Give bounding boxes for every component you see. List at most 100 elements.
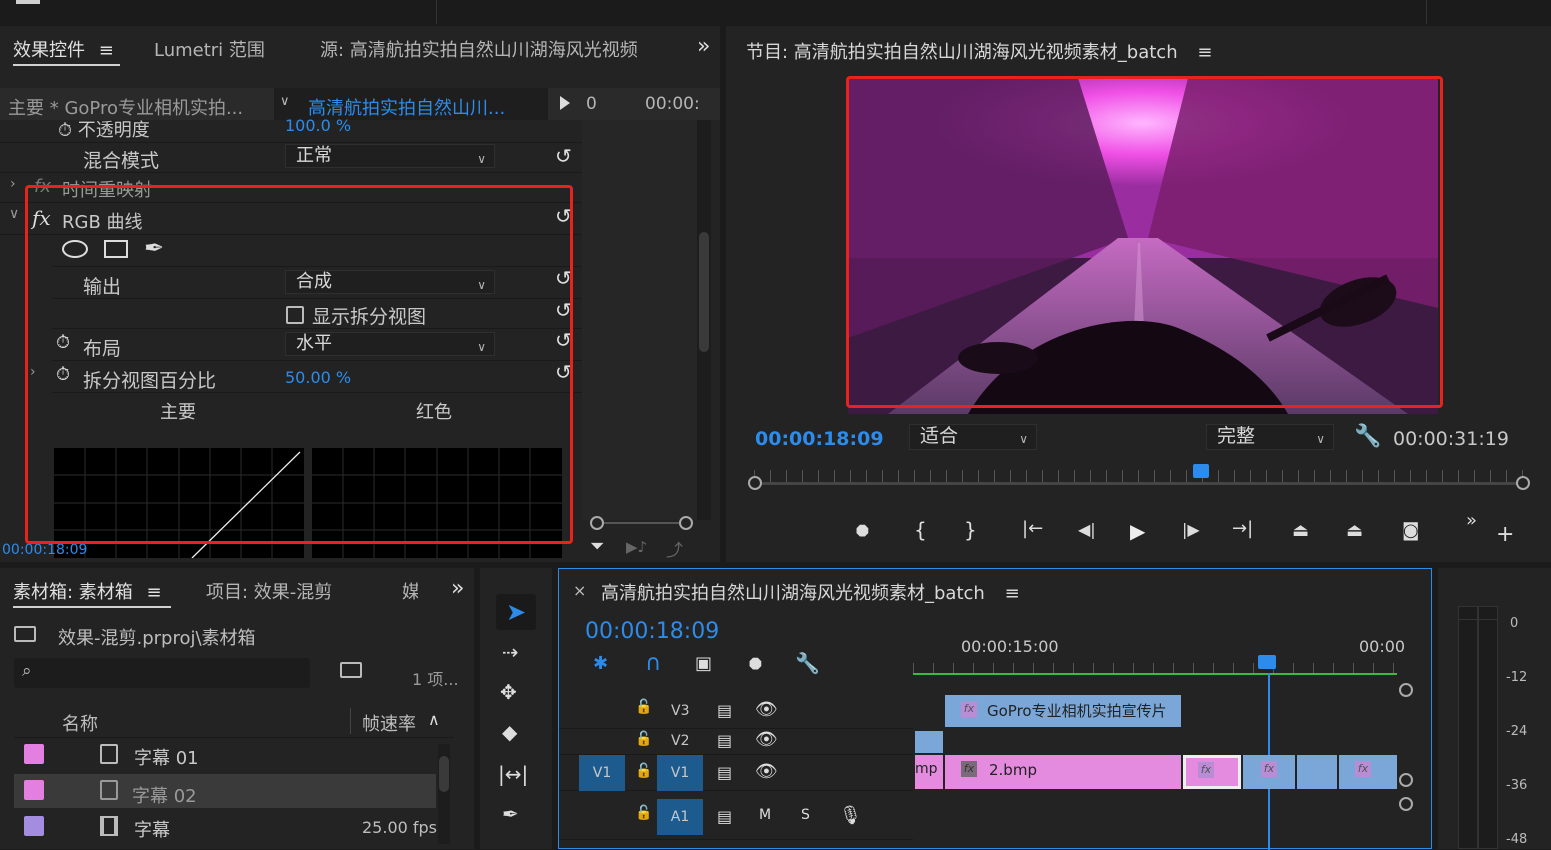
eye-icon[interactable]: 👁	[755, 729, 778, 750]
tab-bin[interactable]: 素材箱: 素材箱 ≡	[13, 578, 162, 604]
label-color-swatch[interactable]	[24, 780, 44, 800]
add-marker-icon[interactable]: ⯃	[856, 522, 869, 542]
slip-tool-icon[interactable]: |↔|	[498, 762, 528, 786]
tab-source[interactable]: 源: 高清航拍实拍自然山川湖海风光视频	[320, 36, 662, 62]
program-current-time[interactable]: 00:00:18:09	[755, 428, 884, 450]
panel-menu-icon[interactable]: ≡	[1197, 42, 1212, 63]
extract-icon[interactable]: ⏏	[1346, 520, 1363, 541]
reset-icon[interactable]: ↺	[555, 144, 572, 168]
track-select-tool-icon[interactable]: ⇢	[502, 640, 519, 664]
sync-lock-icon[interactable]: ▤	[717, 807, 732, 826]
wrench-icon[interactable]: 🔧	[795, 651, 820, 675]
camera-icon[interactable]: ◙	[1402, 520, 1419, 541]
tab-project[interactable]: 项目: 效果-混剪	[206, 578, 332, 604]
v1-clip[interactable]	[1297, 755, 1337, 789]
zoom-handle-right[interactable]	[679, 516, 693, 530]
v3-clip[interactable]: fx GoPro专业相机实拍宣传片	[945, 695, 1181, 727]
play-icon[interactable]: ▶	[1130, 519, 1145, 543]
zoom-handle-left[interactable]	[590, 516, 604, 530]
panel-menu-icon[interactable]: ≡	[99, 40, 114, 61]
tab-lumetri-scopes[interactable]: Lumetri 范围	[154, 36, 265, 62]
mark-out-icon[interactable]: }	[964, 518, 977, 542]
linked-selection-icon[interactable]: ▣	[695, 653, 712, 674]
filter-icon[interactable]: ⏷	[590, 536, 604, 557]
sort-up-icon[interactable]: ∧	[428, 710, 440, 729]
add-marker-icon[interactable]: ⯃	[749, 655, 762, 675]
track-zoom-handle[interactable]	[1399, 797, 1413, 811]
expand-arrow-icon[interactable]: ›	[10, 176, 16, 192]
microphone-icon[interactable]: 🎙	[839, 805, 862, 826]
track-label[interactable]: V1	[657, 755, 703, 791]
step-back-icon[interactable]: ◀|	[1078, 520, 1096, 539]
program-monitor-title[interactable]: 节目: 高清航拍实拍自然山川湖海风光视频素材_batch ≡	[746, 38, 1212, 64]
track-label[interactable]: V3	[671, 703, 689, 719]
effect-timecode[interactable]: 00:00:18:09	[2, 542, 87, 558]
panel-overflow-button[interactable]: »	[451, 576, 464, 601]
step-forward-icon[interactable]: |▶	[1182, 520, 1200, 539]
eye-icon[interactable]: 👁	[755, 761, 778, 782]
selection-tool-icon[interactable]: ➤	[496, 594, 536, 630]
collapse-arrow-icon[interactable]: ∨	[9, 206, 19, 222]
v1-clip-selected[interactable]: fx	[1183, 755, 1241, 789]
list-item[interactable]: 字幕 01	[14, 738, 436, 772]
close-icon[interactable]: ×	[573, 581, 586, 600]
source-patch-v1[interactable]: V1	[579, 755, 625, 791]
v1-clip-main[interactable]: fx 2.bmp	[945, 755, 1181, 789]
v1-clip[interactable]: fx	[1243, 755, 1295, 789]
folder-up-icon[interactable]	[14, 626, 36, 642]
effect-scrollbar[interactable]	[697, 120, 711, 520]
add-button-icon[interactable]: +	[1496, 522, 1514, 547]
effect-mini-timeline[interactable]	[582, 120, 697, 520]
column-divider[interactable]	[350, 708, 351, 734]
panel-overflow-button[interactable]: »	[697, 34, 710, 59]
zoom-bar[interactable]	[604, 522, 679, 524]
track-label[interactable]: A1	[657, 799, 703, 835]
out-point-handle[interactable]	[1516, 476, 1530, 490]
wrench-icon[interactable]: 🔧	[1354, 424, 1381, 449]
scroll-thumb[interactable]	[699, 232, 709, 352]
list-item[interactable]: 字幕 25.00 fps	[14, 810, 437, 844]
panel-menu-icon[interactable]: ≡	[1005, 583, 1020, 604]
v1-clip-left[interactable]: mp	[915, 755, 943, 789]
timeline-title[interactable]: 高清航拍实拍自然山川湖海风光视频素材_batch ≡	[601, 579, 1020, 605]
lock-icon[interactable]: 🔓	[635, 731, 652, 747]
in-point-handle[interactable]	[748, 476, 762, 490]
fit-select[interactable]: 适合 ∨	[909, 424, 1037, 450]
snap-icon[interactable]: ∩	[645, 651, 661, 676]
label-color-swatch[interactable]	[24, 816, 44, 836]
panel-menu-icon[interactable]: ≡	[147, 582, 162, 603]
lock-icon[interactable]: 🔓	[635, 805, 652, 821]
sync-lock-icon[interactable]: ▤	[717, 731, 732, 750]
sync-lock-icon[interactable]: ▤	[717, 701, 732, 720]
program-time-ruler[interactable]	[748, 464, 1530, 496]
eye-icon[interactable]: 👁	[755, 699, 778, 720]
column-name[interactable]: 名称	[62, 710, 98, 736]
stopwatch-icon[interactable]: ⏱	[58, 120, 72, 141]
sync-lock-icon[interactable]: ▤	[717, 763, 732, 782]
scroll-thumb[interactable]	[439, 756, 449, 792]
bin-scrollbar[interactable]	[438, 744, 450, 844]
mark-in-icon[interactable]: {	[914, 518, 927, 542]
timeline-ruler[interactable]: 00:00:15:00 00:00	[913, 631, 1405, 675]
v2-clip[interactable]	[915, 731, 943, 753]
timeline-playhead-head[interactable]	[1258, 655, 1276, 669]
opacity-value[interactable]: 100.0 %	[285, 116, 351, 135]
blend-mode-select[interactable]: 正常 ∨	[285, 144, 495, 168]
v1-clip[interactable]: fx	[1339, 755, 1397, 789]
track-zoom-handle[interactable]	[1399, 683, 1413, 697]
go-to-in-icon[interactable]: |←	[1022, 518, 1043, 539]
track-zoom-handle[interactable]	[1399, 773, 1413, 787]
label-color-swatch[interactable]	[24, 744, 44, 764]
mute-button[interactable]: M	[759, 807, 771, 823]
play-clip-icon[interactable]	[560, 96, 570, 110]
lock-icon[interactable]: 🔓	[635, 763, 652, 779]
track-label[interactable]: V2	[671, 733, 689, 749]
search-input[interactable]: ⌕	[14, 658, 310, 688]
ripple-edit-tool-icon[interactable]: ✥	[500, 680, 517, 704]
tab-effect-controls[interactable]: 效果控件 ≡	[13, 36, 114, 62]
quality-select[interactable]: 完整 ∨	[1206, 424, 1334, 450]
find-icon[interactable]	[340, 662, 362, 678]
nest-icon[interactable]: ✱	[593, 653, 608, 674]
timeline-timecode[interactable]: 00:00:18:09	[585, 619, 719, 644]
tab-media[interactable]: 媒	[402, 578, 418, 604]
